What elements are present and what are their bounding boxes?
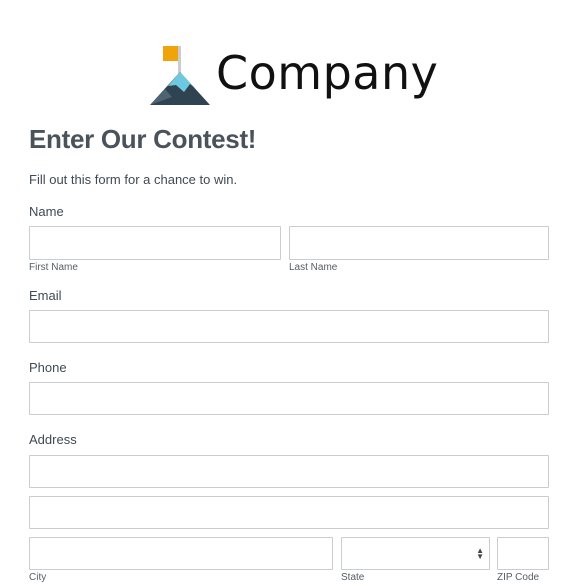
- last-name-sublabel: Last Name: [289, 262, 338, 273]
- company-logo: Company: [150, 44, 438, 106]
- email-input[interactable]: [29, 310, 549, 343]
- zip-code-sublabel: ZIP Code: [497, 572, 540, 583]
- address-line2-input[interactable]: [29, 496, 549, 529]
- phone-input[interactable]: [29, 382, 549, 415]
- name-label: Name: [29, 204, 64, 219]
- last-name-input[interactable]: [289, 226, 549, 260]
- state-sublabel: State: [341, 572, 365, 583]
- first-name-input[interactable]: [29, 226, 281, 260]
- zip-code-input[interactable]: [497, 537, 549, 570]
- form-description: Fill out this form for a chance to win.: [29, 172, 238, 187]
- state-select-value[interactable]: [341, 537, 490, 570]
- company-name: Company: [216, 46, 439, 100]
- phone-label: Phone: [29, 360, 67, 375]
- address-line1-input[interactable]: [29, 455, 549, 488]
- city-input[interactable]: [29, 537, 333, 570]
- mountain-flag-icon: [150, 46, 210, 105]
- first-name-sublabel: First Name: [29, 262, 78, 273]
- city-sublabel: City: [29, 572, 47, 583]
- email-label: Email: [29, 288, 62, 303]
- state-select[interactable]: ▲ ▼: [341, 537, 490, 570]
- address-label: Address: [29, 432, 77, 447]
- form-title: Enter Our Contest!: [29, 124, 257, 154]
